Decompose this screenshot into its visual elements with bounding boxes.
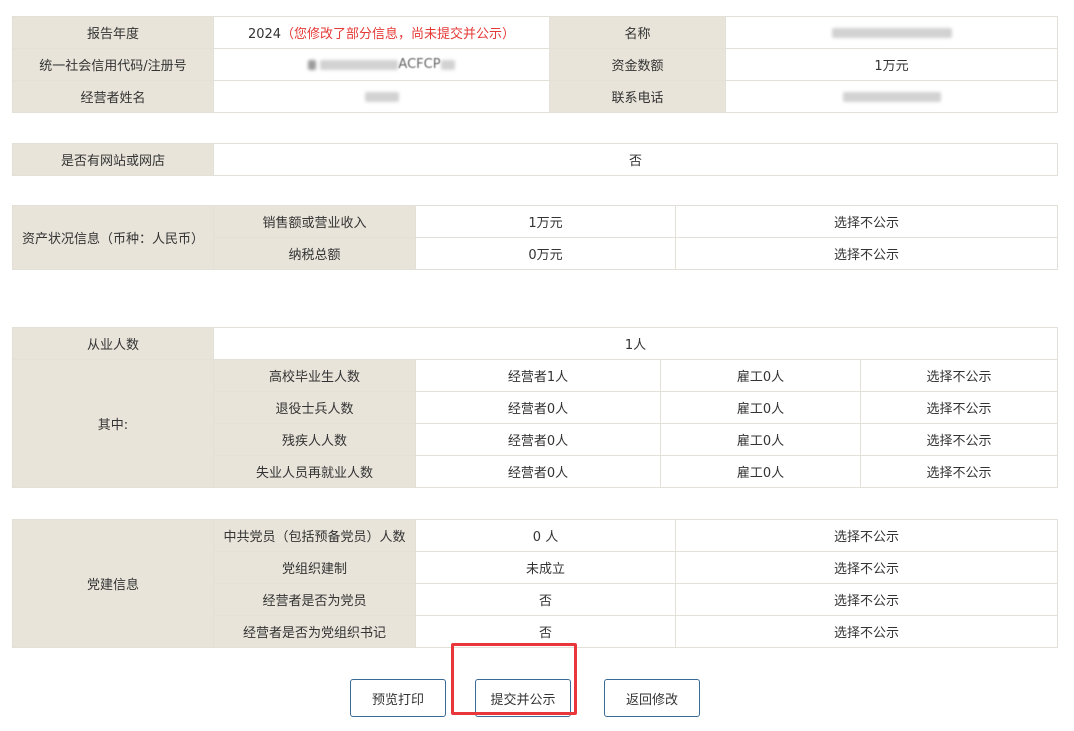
party-group-label: 党建信息: [12, 519, 214, 648]
reemployed-operator: 经营者0人: [415, 455, 661, 488]
report-year-value: 2024: [247, 27, 282, 42]
sales-value: 1万元: [415, 205, 676, 238]
back-edit-button[interactable]: 返回修改: [604, 679, 700, 717]
employee-count-value: 1人: [212, 327, 1059, 360]
tax-label: 纳税总额: [213, 237, 416, 270]
report-year-cell: 2024（您修改了部分信息，尚未提交并公示）: [213, 16, 550, 49]
table-row: 其中: 高校毕业生人数 经营者1人 雇工0人 选择不公示: [12, 359, 1059, 488]
redacted-code-prefix: [308, 59, 317, 70]
table-row: 经营者姓名 联系电话: [12, 80, 1058, 113]
table-row: 是否有网站或网店 否: [12, 143, 1058, 176]
veterans-operator: 经营者0人: [415, 391, 661, 424]
name-label: 名称: [549, 16, 726, 49]
graduates-visibility: 选择不公示: [859, 359, 1059, 392]
table-row: 从业人数 1人: [12, 327, 1059, 360]
reemployed-employee: 雇工0人: [660, 455, 861, 488]
name-value-redacted: [725, 16, 1058, 49]
employees-breakdown-label: 其中:: [12, 359, 214, 488]
party-org-label: 党组织建制: [213, 551, 416, 584]
table-row: 党建信息 中共党员（包括预备党员）人数 0 人 选择不公示: [12, 519, 1058, 648]
veterans-visibility: 选择不公示: [859, 391, 1059, 424]
website-value: 否: [213, 143, 1058, 176]
employee-count-label: 从业人数: [12, 327, 214, 360]
operator-secretary-label: 经营者是否为党组织书记: [213, 615, 416, 648]
party-members-value: 0 人: [415, 519, 676, 552]
table-row: 统一社会信用代码/注册号 ACFCP 资金数额 1万元: [12, 48, 1058, 81]
table-row: 报告年度 2024（您修改了部分信息，尚未提交并公示） 名称: [12, 16, 1058, 49]
tax-value: 0万元: [415, 237, 676, 270]
operator-member-label: 经营者是否为党员: [213, 583, 416, 616]
unsubmitted-notice: （您修改了部分信息，尚未提交并公示）: [281, 27, 516, 42]
redacted-code-suffix: [440, 59, 455, 70]
graduates-label: 高校毕业生人数: [213, 359, 416, 392]
phone-value-redacted: [725, 80, 1058, 113]
operator-name-label: 经营者姓名: [12, 80, 214, 113]
operator-member-value: 否: [415, 583, 676, 616]
disabled-employee: 雇工0人: [660, 423, 861, 456]
operator-member-visibility: 选择不公示: [675, 583, 1058, 616]
sales-visibility: 选择不公示: [675, 205, 1058, 238]
assets-table: 资产状况信息（币种：人民币） 销售额或营业收入 1万元 选择不公示 纳税总额 0…: [12, 205, 1058, 270]
operator-name-value-redacted: [213, 80, 550, 113]
party-table: 党建信息 中共党员（包括预备党员）人数 0 人 选择不公示 党组织建制 未成立 …: [12, 519, 1058, 648]
veterans-label: 退役士兵人数: [213, 391, 416, 424]
veterans-employee: 雇工0人: [660, 391, 861, 424]
party-members-label: 中共党员（包括预备党员）人数: [213, 519, 416, 552]
disabled-visibility: 选择不公示: [859, 423, 1059, 456]
phone-label: 联系电话: [549, 80, 726, 113]
graduates-operator: 经营者1人: [415, 359, 661, 392]
credit-code-label: 统一社会信用代码/注册号: [12, 48, 214, 81]
tax-visibility: 选择不公示: [675, 237, 1058, 270]
party-members-visibility: 选择不公示: [675, 519, 1058, 552]
disabled-label: 残疾人人数: [213, 423, 416, 456]
website-table: 是否有网站或网店 否: [12, 143, 1058, 176]
submit-highlight-annotation: [451, 643, 577, 715]
redacted-name: [831, 27, 952, 38]
capital-value: 1万元: [725, 48, 1058, 81]
party-org-visibility: 选择不公示: [675, 551, 1058, 584]
report-year-label: 报告年度: [12, 16, 214, 49]
operator-secretary-visibility: 选择不公示: [675, 615, 1058, 648]
redacted-phone: [842, 91, 941, 102]
employees-table: 从业人数 1人 其中: 高校毕业生人数 经营者1人 雇工0人 选择不公示 退役士…: [12, 327, 1059, 488]
basic-info-table: 报告年度 2024（您修改了部分信息，尚未提交并公示） 名称 统一社会信用代码/…: [12, 16, 1058, 113]
credit-code-partial: ACFCP: [398, 57, 441, 72]
table-row: 资产状况信息（币种：人民币） 销售额或营业收入 1万元 选择不公示: [12, 205, 1058, 270]
sales-label: 销售额或营业收入: [213, 205, 416, 238]
graduates-employee: 雇工0人: [660, 359, 861, 392]
credit-code-value-redacted: ACFCP: [213, 48, 550, 81]
redacted-code-middle: [320, 59, 399, 70]
preview-print-button[interactable]: 预览打印: [350, 679, 446, 717]
party-org-value: 未成立: [415, 551, 676, 584]
disabled-operator: 经营者0人: [415, 423, 661, 456]
reemployed-label: 失业人员再就业人数: [213, 455, 416, 488]
website-label: 是否有网站或网店: [12, 143, 214, 176]
redacted-operator-name: [364, 91, 399, 102]
reemployed-visibility: 选择不公示: [859, 455, 1059, 488]
capital-label: 资金数额: [549, 48, 726, 81]
assets-group-label: 资产状况信息（币种：人民币）: [12, 205, 214, 270]
